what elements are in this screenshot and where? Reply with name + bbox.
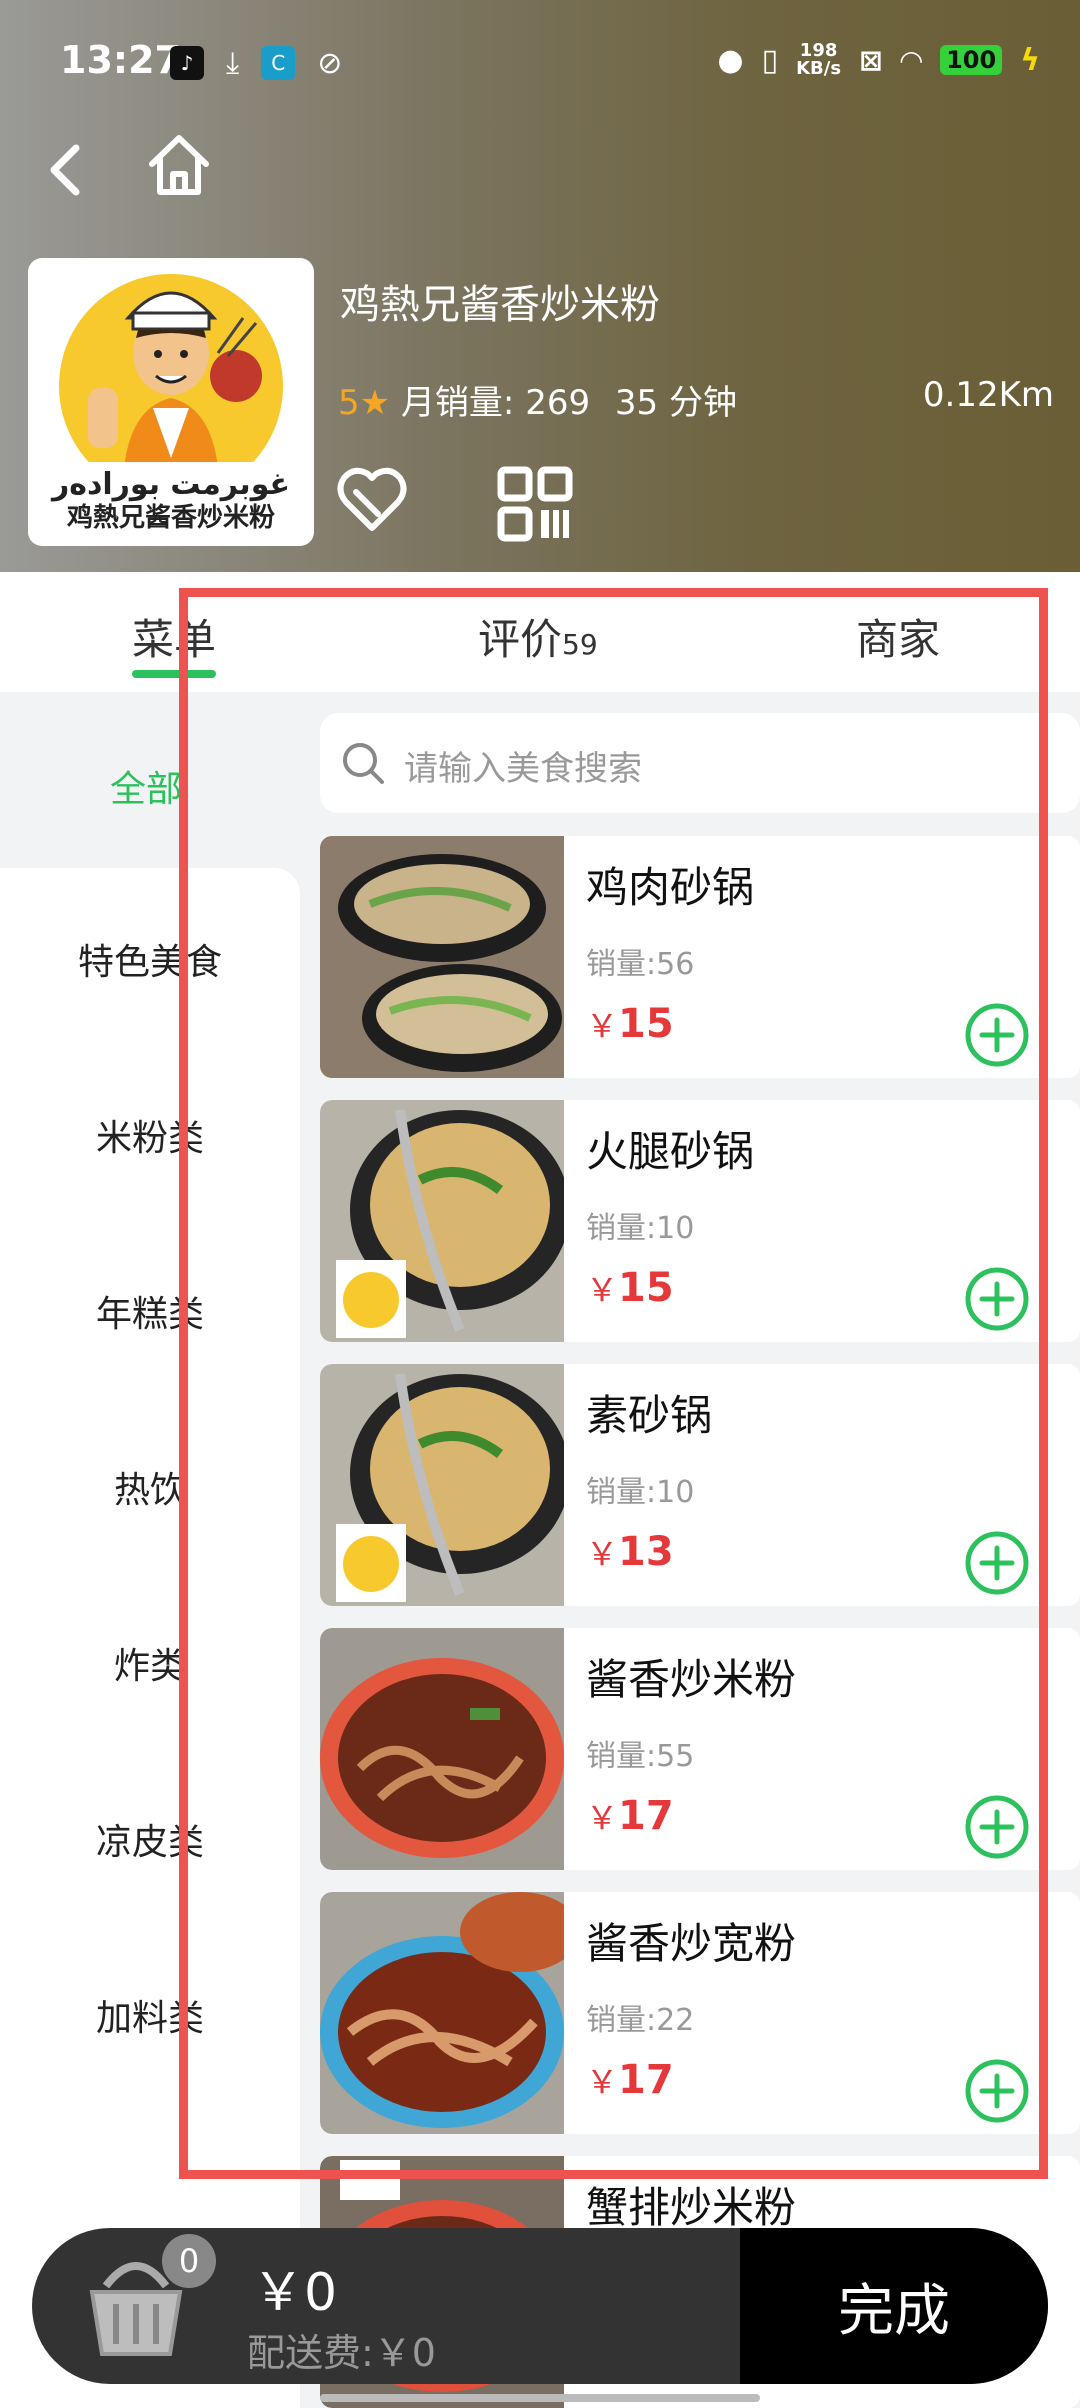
cart-bar[interactable]: 0 ￥0 配送费:￥0 完成 xyxy=(32,2228,1048,2384)
store-rating: 5 xyxy=(338,383,360,423)
sidebar-item-all[interactable]: 全部 xyxy=(110,760,182,812)
cart-total: ￥0 xyxy=(252,2263,338,2323)
item-name: 蟹排炒米粉 xyxy=(586,2183,797,2232)
logo-chinese-text: 鸡熱兄酱香炒米粉 xyxy=(66,502,275,533)
tiktok-icon: ♪ xyxy=(170,46,204,80)
store-header: 13:27 ♪ ⤓ C ⊘ ● ▯ 198 KB/s ⊠ ◠ 100 ϟ غوب… xyxy=(0,0,1080,572)
store-distance: 0.12Km xyxy=(922,375,1054,415)
cart-count-badge: 0 xyxy=(162,2234,216,2288)
location-icon: ● xyxy=(717,42,744,78)
store-meta: 5★ 月销量: 269 35 分钟 0.12Km xyxy=(338,375,1054,425)
delivery-time: 35 分钟 xyxy=(614,383,737,423)
speed-unit: KB/s xyxy=(796,58,842,79)
battery-icon: 100 xyxy=(940,45,1003,75)
star-icon: ★ xyxy=(359,383,391,423)
wifi-icon: ◠ xyxy=(900,43,923,77)
status-time: 13:27 xyxy=(60,38,181,82)
store-logo: غوبرمت بورادەر 鸡熱兄酱香炒米粉 xyxy=(28,258,314,546)
highlight-box xyxy=(179,588,1048,2179)
link-icon: ⊘ xyxy=(317,46,343,81)
home-icon[interactable] xyxy=(144,130,214,200)
favorite-heart-icon[interactable] xyxy=(334,462,410,538)
app-icon: C xyxy=(261,46,296,80)
delivery-fee: 配送费:￥0 xyxy=(247,2331,436,2375)
monthly-sales: 月销量: 269 xyxy=(400,383,591,423)
back-arrow-icon[interactable] xyxy=(38,140,98,200)
download-icon: ⤓ xyxy=(226,46,240,81)
notification-icons: ♪ ⤓ C ⊘ xyxy=(170,46,342,81)
vibrate-icon: ▯ xyxy=(761,42,779,78)
system-icons: ● ▯ 198 KB/s ⊠ ◠ 100 ϟ xyxy=(717,42,1040,78)
qr-code-icon[interactable] xyxy=(497,466,573,542)
done-button[interactable]: 完成 xyxy=(740,2228,1048,2384)
status-bar: 13:27 ♪ ⤓ C ⊘ ● ▯ 198 KB/s ⊠ ◠ 100 ϟ xyxy=(60,38,1040,90)
store-name: 鸡熱兄酱香炒米粉 xyxy=(340,282,660,328)
charging-icon: ϟ xyxy=(1020,42,1040,78)
gesture-bar xyxy=(320,2394,760,2402)
sim-off-icon: ⊠ xyxy=(859,43,883,77)
network-speed: 198 KB/s xyxy=(796,42,841,78)
logo-uyghur-text: غوبرمت بورادەر xyxy=(50,467,290,502)
